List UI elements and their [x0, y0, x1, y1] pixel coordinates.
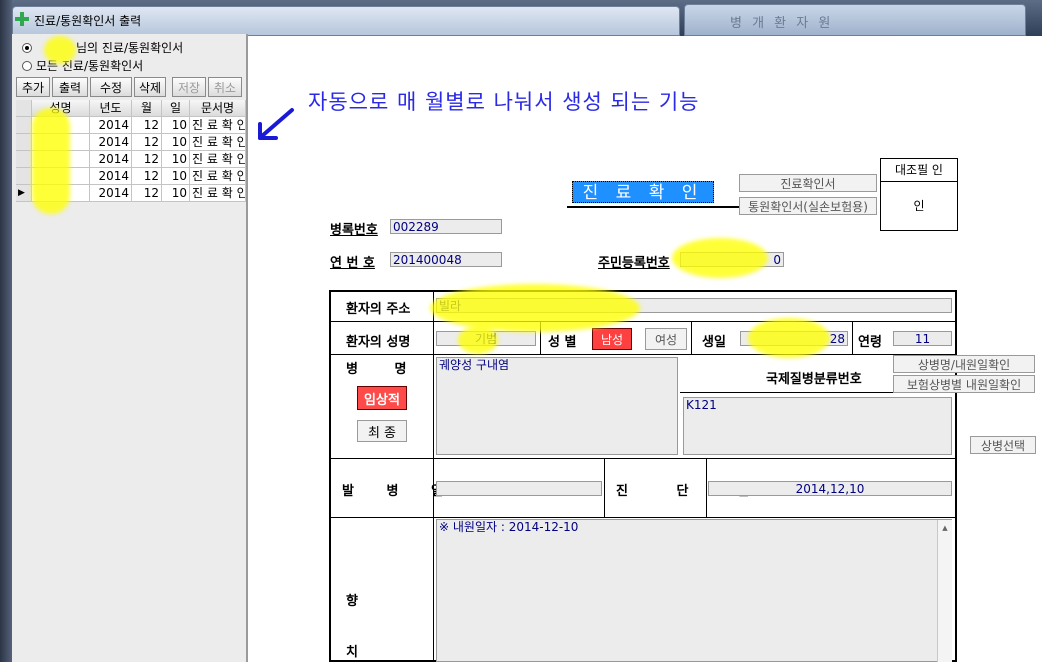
- disease-label: 병 명: [346, 362, 423, 377]
- col-divider: [852, 322, 853, 354]
- radio-dot-selected[interactable]: [22, 42, 32, 53]
- row-divider: [330, 517, 955, 518]
- cell-day[interactable]: 10: [162, 117, 190, 134]
- age-label: 연령: [858, 335, 882, 350]
- icd-label: 국제질병분류번호: [766, 372, 862, 387]
- privacy-highlight: [748, 318, 830, 358]
- stamp-box: 인: [880, 181, 958, 231]
- serial-label: 연 번 호: [330, 256, 375, 271]
- edit-button[interactable]: 수정: [90, 77, 132, 97]
- cell-month[interactable]: 12: [132, 151, 162, 168]
- delete-button[interactable]: 삭제: [134, 77, 166, 97]
- cell-month[interactable]: 12: [132, 185, 162, 202]
- cell-year[interactable]: 2014: [90, 151, 132, 168]
- cell-day[interactable]: 10: [162, 185, 190, 202]
- row-indicator: [16, 117, 32, 134]
- radio-patient-docs-label: 님의 진료/통원확인서: [76, 41, 184, 55]
- diagnosis-date-field[interactable]: 2014,12,10: [708, 481, 952, 496]
- cell-year[interactable]: 2014: [90, 185, 132, 202]
- grid-header-year[interactable]: 년도: [90, 100, 132, 117]
- save-button[interactable]: 저장: [172, 77, 206, 97]
- cell-month[interactable]: 12: [132, 134, 162, 151]
- outpatient-confirmation-button[interactable]: 통원확인서(실손보험용): [739, 197, 877, 215]
- name-label: 환자의 성명: [346, 335, 411, 350]
- cell-day[interactable]: 10: [162, 151, 190, 168]
- radio-dot[interactable]: [22, 60, 32, 71]
- cell-docname[interactable]: 진 료 확 인: [190, 168, 246, 185]
- cell-day[interactable]: 10: [162, 168, 190, 185]
- title-underline: [567, 206, 739, 208]
- document-title: 진 료 확 인 서: [572, 181, 714, 225]
- print-button[interactable]: 출력: [52, 77, 88, 97]
- desktop-edge: [0, 0, 12, 662]
- grid-header-month[interactable]: 월: [132, 100, 162, 117]
- privacy-highlight: [458, 326, 498, 354]
- cell-docname[interactable]: 진 료 확 인: [190, 134, 246, 151]
- current-row-arrow-icon: ▶: [16, 185, 32, 202]
- icd-code-field[interactable]: K121: [683, 397, 952, 455]
- cell-docname[interactable]: 진 료 확 인: [190, 185, 246, 202]
- stamp-header: 대조필 인: [880, 158, 958, 182]
- birth-label: 생일: [702, 335, 726, 350]
- privacy-highlight: [672, 238, 768, 278]
- chart-no-field[interactable]: 002289: [390, 219, 502, 234]
- rrn-label: 주민등록번호: [598, 256, 670, 271]
- cell-year[interactable]: 2014: [90, 117, 132, 134]
- female-button[interactable]: 여성: [645, 328, 687, 350]
- cell-year[interactable]: 2014: [90, 168, 132, 185]
- clinical-button[interactable]: 임상적: [357, 386, 407, 410]
- cell-month[interactable]: 12: [132, 168, 162, 185]
- grid-header-corner: [16, 100, 32, 117]
- cell-year[interactable]: 2014: [90, 134, 132, 151]
- textarea-scrollbar[interactable]: ▲: [937, 520, 952, 662]
- row-indicator: [16, 168, 32, 185]
- app-icon: [15, 12, 29, 26]
- radio-all-docs[interactable]: 모든 진료/통원확인서: [22, 57, 143, 74]
- row-divider: [330, 458, 955, 459]
- medical-confirmation-button[interactable]: 진료확인서: [739, 174, 877, 192]
- chart-no-label: 병록번호: [330, 223, 378, 238]
- cell-docname[interactable]: 진 료 확 인: [190, 117, 246, 134]
- row-indicator: [16, 151, 32, 168]
- col-divider: [706, 459, 707, 517]
- row-divider: [330, 321, 955, 322]
- grid-header-docname[interactable]: 문서명: [190, 100, 246, 117]
- add-button[interactable]: 추가: [16, 77, 50, 97]
- cell-docname[interactable]: 진 료 확 인: [190, 151, 246, 168]
- address-label: 환자의 주소: [346, 302, 411, 317]
- onset-field[interactable]: [436, 481, 602, 496]
- cell-month[interactable]: 12: [132, 117, 162, 134]
- grid-header-day[interactable]: 일: [162, 100, 190, 117]
- male-button[interactable]: 남성: [592, 328, 632, 350]
- final-button[interactable]: 최 종: [357, 420, 407, 442]
- future-treatment-text-area[interactable]: ※ 내원일자 : 2014-12-10: [436, 519, 952, 662]
- privacy-highlight: [44, 36, 76, 64]
- window-title: 진료/통원확인서 출력: [34, 14, 142, 28]
- cancel-button[interactable]: 취소: [208, 77, 242, 97]
- age-field[interactable]: 11: [893, 331, 952, 346]
- disease-visit-check-button[interactable]: 상병명/내원일확인: [893, 355, 1035, 373]
- scroll-up-icon[interactable]: ▲: [938, 524, 952, 532]
- col-divider: [691, 322, 692, 354]
- privacy-highlight: [430, 284, 640, 332]
- select-disease-button[interactable]: 상병선택: [970, 436, 1036, 454]
- serial-field[interactable]: 201400048: [390, 252, 502, 267]
- background-window-title: 병 개 환 자 원: [730, 16, 834, 31]
- disease-text-area[interactable]: 궤양성 구내염: [436, 357, 678, 455]
- annotation-arrow-icon: [258, 108, 294, 140]
- insurance-visit-check-button[interactable]: 보험상병별 내원일확인: [893, 375, 1035, 393]
- cell-day[interactable]: 10: [162, 134, 190, 151]
- privacy-highlight: [32, 108, 70, 214]
- col-divider: [604, 459, 605, 517]
- row-indicator: [16, 134, 32, 151]
- annotation-text: 자동으로 매 월별로 나눠서 생성 되는 기능: [308, 90, 700, 114]
- sex-label: 성 별: [548, 335, 577, 350]
